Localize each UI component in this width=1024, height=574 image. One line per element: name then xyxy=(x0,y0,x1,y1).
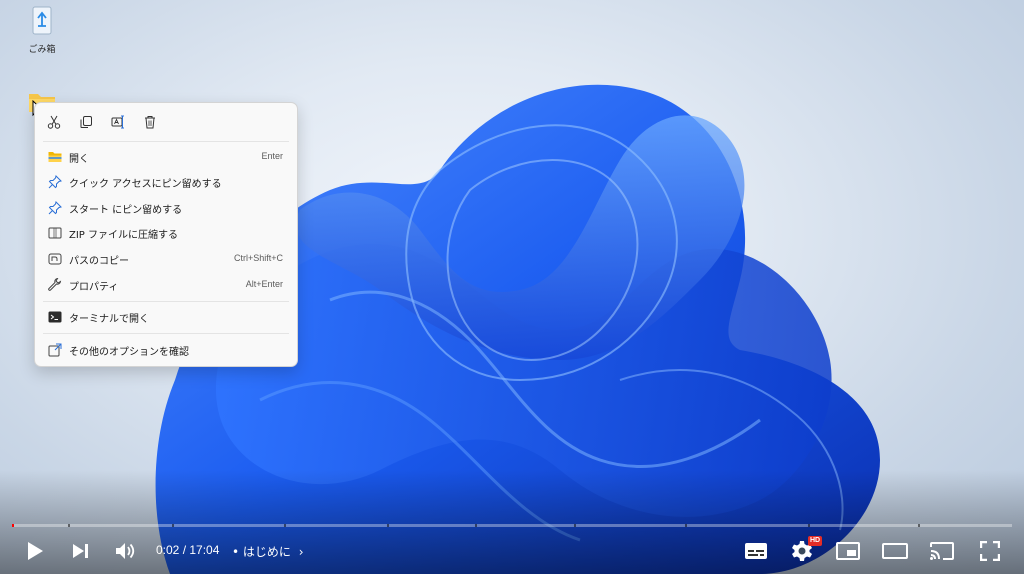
time-display: 0:02 / 17:04 xyxy=(156,543,220,557)
miniplayer-button[interactable] xyxy=(834,538,862,564)
scissors-icon xyxy=(47,115,61,129)
fullscreen-icon xyxy=(980,541,1000,561)
trash-icon xyxy=(145,116,155,129)
skip-next-icon xyxy=(73,544,88,558)
chapter-title-button[interactable]: • はじめに › xyxy=(232,543,304,560)
fullscreen-button[interactable] xyxy=(976,538,1004,564)
chapter-marker xyxy=(918,524,920,527)
menu-item-shortcut: Alt+Enter xyxy=(245,279,283,289)
copy-button[interactable] xyxy=(77,113,95,131)
cut-button[interactable] xyxy=(45,113,63,131)
theater-mode-button[interactable] xyxy=(880,538,910,564)
copy-icon xyxy=(80,116,92,128)
menu-item-label: パスのコピー xyxy=(69,256,129,267)
menu-item-open[interactable]: 開く Enter xyxy=(39,145,293,169)
chapter-marker xyxy=(387,524,389,527)
chapter-marker xyxy=(574,524,576,527)
recycle-bin-shortcut[interactable]: ごみ箱 xyxy=(22,4,62,55)
menu-item-copy-path[interactable]: パスのコピー Ctrl+Shift+C xyxy=(39,247,293,271)
wrench-icon xyxy=(47,277,63,293)
menu-item-label: スタート にピン留めする xyxy=(69,205,183,216)
terminal-icon xyxy=(47,309,63,325)
volume-icon xyxy=(116,543,135,559)
menu-item-shortcut: Ctrl+Shift+C xyxy=(233,253,283,263)
path-copy-icon xyxy=(47,251,63,267)
player-controls-shade xyxy=(0,470,1024,574)
rename-icon xyxy=(111,115,124,129)
rename-button[interactable] xyxy=(109,113,127,131)
next-button[interactable] xyxy=(68,538,94,564)
menu-item-show-more-options[interactable]: その他のオプションを確認 xyxy=(39,338,293,362)
folder-icon xyxy=(47,149,63,165)
menu-separator xyxy=(43,141,289,142)
delete-button[interactable] xyxy=(141,113,159,131)
menu-item-label: 開く xyxy=(69,154,89,165)
chapter-marker xyxy=(808,524,810,527)
chapter-title: • はじめに xyxy=(232,545,291,559)
subtitles-button[interactable] xyxy=(742,538,770,564)
chapter-marker xyxy=(475,524,477,527)
chapter-marker xyxy=(68,524,70,527)
more-options-icon xyxy=(47,342,63,358)
menu-item-shortcut: Enter xyxy=(261,151,283,161)
zip-icon xyxy=(47,225,63,241)
recycle-bin-icon xyxy=(32,6,52,35)
menu-item-open-terminal[interactable]: ターミナルで開く xyxy=(39,305,293,329)
chapter-marker xyxy=(172,524,174,527)
menu-item-label: クイック アクセスにピン留めする xyxy=(69,179,222,190)
chapter-marker xyxy=(685,524,687,527)
cast-button[interactable] xyxy=(928,538,956,564)
context-menu: 開く Enter クイック アクセスにピン留めする スタート にピン留めする Z… xyxy=(34,102,298,367)
play-icon xyxy=(28,542,43,560)
menu-item-label: ターミナルで開く xyxy=(69,314,149,325)
cast-icon xyxy=(930,542,954,560)
play-button[interactable] xyxy=(22,538,48,564)
chevron-right-icon: › xyxy=(298,545,304,559)
menu-item-properties[interactable]: プロパティ Alt+Enter xyxy=(39,273,293,297)
volume-button[interactable] xyxy=(112,538,140,564)
pin-icon xyxy=(47,200,63,216)
menu-item-compress-zip[interactable]: ZIP ファイルに圧縮する xyxy=(39,221,293,245)
menu-item-label: ZIP ファイルに圧縮する xyxy=(69,230,179,241)
menu-separator xyxy=(43,301,289,302)
theater-mode-icon xyxy=(882,543,908,559)
subtitles-icon xyxy=(745,543,767,559)
menu-item-label: その他のオプションを確認 xyxy=(69,347,189,358)
hd-badge: HD xyxy=(808,536,823,546)
menu-item-label: プロパティ xyxy=(69,282,119,293)
recycle-bin-label: ごみ箱 xyxy=(28,45,56,55)
context-menu-toolbar xyxy=(35,103,297,141)
chapter-marker xyxy=(284,524,286,527)
miniplayer-icon xyxy=(836,542,860,560)
menu-item-pin-start[interactable]: スタート にピン留めする xyxy=(39,196,293,220)
progress-bar[interactable] xyxy=(12,524,1012,527)
pin-icon xyxy=(47,174,63,190)
progress-played xyxy=(12,524,14,527)
menu-item-pin-quick-access[interactable]: クイック アクセスにピン留めする xyxy=(39,170,293,194)
menu-separator xyxy=(43,333,289,334)
